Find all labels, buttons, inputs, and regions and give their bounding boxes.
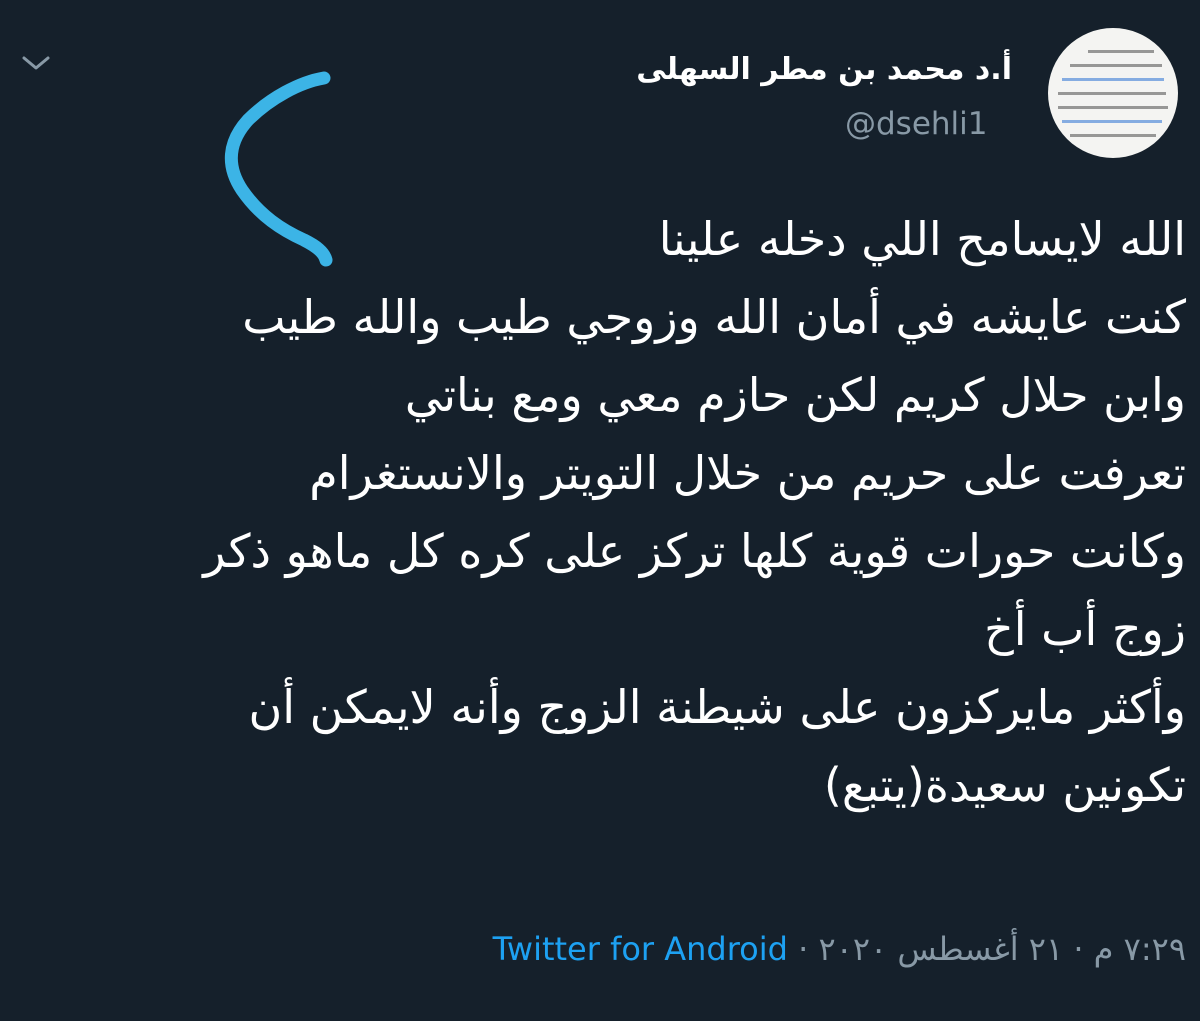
tweet-line: تعرفت على حريم من خلال التويتر والانستغر…: [309, 446, 1186, 500]
tweet-line: تكونين سعيدة(يتبع): [823, 758, 1186, 812]
meta-separator: ·: [798, 930, 809, 968]
tweet-source-link[interactable]: Twitter for Android: [493, 930, 788, 968]
tweet-line: زوج أب أخ: [984, 602, 1186, 656]
chevron-down-icon[interactable]: [18, 48, 54, 78]
tweet-line: وأكثر مايركزون على شيطنة الزوج وأنه لايم…: [248, 680, 1187, 734]
tweet-meta: ٧:٢٩ م · ٢١ أغسطس ٢٠٢٠ · Twitter for And…: [0, 930, 1186, 968]
tweet-text: الله لايسامح اللي دخله علينا كنت عايشه ف…: [14, 200, 1186, 824]
tweet-line: كنت عايشه في أمان الله وزوجي طيب والله ط…: [242, 290, 1186, 344]
tweet-card: أ.د محمد بن مطر السهلى @dsehli1 الله لاي…: [0, 0, 1200, 1021]
tweet-line: وكانت حورات قوية كلها تركز على كره كل ما…: [203, 524, 1186, 578]
tweet-date: ٢١ أغسطس ٢٠٢٠: [818, 930, 1064, 968]
meta-separator: ·: [1073, 930, 1084, 968]
author-handle[interactable]: @dsehli1: [845, 106, 988, 142]
tweet-line: الله لايسامح اللي دخله علينا: [658, 212, 1186, 266]
avatar[interactable]: [1048, 28, 1178, 158]
tweet-time: ٧:٢٩ م: [1093, 930, 1186, 968]
tweet-line: وابن حلال كريم لكن حازم معي ومع بناتي: [404, 368, 1186, 422]
author-display-name[interactable]: أ.د محمد بن مطر السهلى: [636, 52, 1012, 87]
